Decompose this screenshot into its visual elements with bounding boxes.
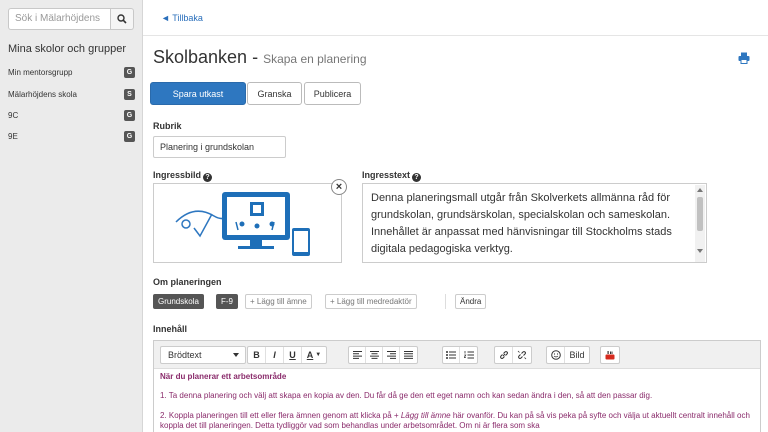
alignment-group bbox=[348, 346, 418, 364]
align-left-button[interactable] bbox=[349, 347, 366, 363]
justify-icon bbox=[404, 351, 413, 359]
planning-illustration-icon bbox=[175, 192, 310, 256]
intro-image[interactable] bbox=[153, 183, 342, 263]
add-subject-reference: + Lägg till ämne bbox=[393, 411, 451, 420]
info-icon[interactable]: ? bbox=[203, 173, 213, 182]
bold-button[interactable]: B bbox=[248, 347, 266, 363]
text-style-group: B I U A ▼ bbox=[247, 346, 327, 364]
content-label: Innehåll bbox=[153, 324, 188, 334]
group-badge: G bbox=[124, 109, 135, 121]
sidebar-item-9c[interactable]: 9C G bbox=[0, 107, 143, 123]
sidebar-search: Sök i Mälarhöjdens bbox=[8, 8, 134, 30]
align-right-button[interactable] bbox=[383, 347, 400, 363]
print-icon bbox=[738, 52, 750, 64]
sidebar-item-label: 9E bbox=[8, 131, 18, 141]
save-draft-button[interactable]: Spara utkast bbox=[150, 82, 246, 105]
align-left-icon bbox=[352, 351, 362, 359]
publish-button[interactable]: Publicera bbox=[304, 82, 361, 105]
list-group bbox=[442, 346, 478, 364]
page-subtitle: Skapa en planering bbox=[263, 52, 367, 66]
editor-content[interactable]: När du planerar ett arbetsområde 1. Ta d… bbox=[154, 371, 760, 431]
textarea-scrollbar[interactable] bbox=[695, 185, 705, 262]
sidebar-item-school[interactable]: Mälarhöjdens skola S bbox=[0, 86, 143, 102]
add-coauthor-button[interactable]: + Lägg till medredaktör bbox=[325, 294, 417, 309]
numbered-list-icon bbox=[463, 351, 474, 359]
image-label-wrap: Ingressbild? bbox=[153, 170, 213, 182]
bullet-list-button[interactable] bbox=[443, 347, 460, 363]
divider bbox=[445, 294, 446, 309]
insert-group: Bild bbox=[546, 346, 590, 364]
back-link[interactable]: ◄ Tillbaka bbox=[161, 13, 203, 23]
tag-grade: F-9 bbox=[216, 294, 238, 309]
intro-label-wrap: Ingresstext? bbox=[362, 170, 422, 182]
link-button[interactable] bbox=[495, 347, 513, 363]
sidebar-item-mentorsgrupp[interactable]: Min mentorsgrupp G bbox=[0, 64, 143, 80]
youtube-button[interactable] bbox=[601, 347, 619, 363]
intro-textarea[interactable]: Denna planeringsmall utgår från Skolverk… bbox=[362, 183, 707, 263]
rich-text-editor[interactable]: Brödtext B I U A ▼ Bild När du planerar … bbox=[153, 340, 761, 432]
link-icon bbox=[499, 351, 508, 359]
unlink-icon bbox=[517, 350, 527, 360]
smiley-icon bbox=[550, 350, 561, 360]
page-title: Skolbanken - Skapa en planering bbox=[153, 47, 367, 68]
search-icon bbox=[117, 14, 127, 24]
title-separator: - bbox=[247, 47, 264, 67]
align-center-button[interactable] bbox=[366, 347, 383, 363]
change-button[interactable]: Ändra bbox=[455, 294, 487, 309]
image-button[interactable]: Bild bbox=[565, 347, 589, 363]
video-group bbox=[600, 346, 620, 364]
search-button[interactable] bbox=[111, 8, 134, 30]
justify-button[interactable] bbox=[400, 347, 417, 363]
top-bar: ◄ Tillbaka bbox=[143, 0, 768, 36]
sidebar-heading: Mina skolor och grupper bbox=[8, 43, 127, 55]
review-button[interactable]: Granska bbox=[247, 82, 302, 105]
search-input[interactable]: Sök i Mälarhöjdens bbox=[8, 8, 111, 30]
print-button[interactable] bbox=[738, 52, 750, 64]
sidebar-item-label: Min mentorsgrupp bbox=[8, 67, 73, 77]
bullet-list-icon bbox=[446, 351, 456, 359]
sidebar: Sök i Mälarhöjdens Mina skolor och grupp… bbox=[0, 0, 143, 432]
title-label: Rubrik bbox=[153, 121, 182, 131]
italic-button[interactable]: I bbox=[266, 347, 284, 363]
scroll-down-arrow-icon[interactable] bbox=[697, 249, 703, 253]
content-paragraph-1: 1. Ta denna planering och välj att skapa… bbox=[160, 391, 653, 400]
title-input[interactable]: Planering i grundskolan bbox=[153, 136, 286, 158]
youtube-icon bbox=[605, 351, 615, 360]
image-label: Ingressbild bbox=[153, 170, 202, 180]
sidebar-item-label: Mälarhöjdens skola bbox=[8, 89, 77, 99]
about-label: Om planeringen bbox=[153, 277, 222, 287]
intro-text: Denna planeringsmall utgår från Skolverk… bbox=[371, 192, 672, 255]
align-center-icon bbox=[369, 351, 379, 359]
close-icon: × bbox=[335, 180, 343, 193]
paragraph-2-text-start: 2. Koppla planeringen till ett eller fle… bbox=[160, 411, 394, 420]
unlink-button[interactable] bbox=[513, 347, 531, 363]
info-icon[interactable]: ? bbox=[412, 173, 422, 182]
page-title-main: Skolbanken bbox=[153, 47, 248, 67]
scroll-up-arrow-icon[interactable] bbox=[697, 188, 703, 192]
format-select[interactable]: Brödtext bbox=[160, 346, 246, 364]
text-color-button[interactable]: A ▼ bbox=[302, 347, 326, 363]
tag-school-type: Grundskola bbox=[153, 294, 204, 309]
editor-toolbar: Brödtext B I U A ▼ Bild bbox=[154, 341, 760, 369]
remove-image-button[interactable]: × bbox=[331, 179, 347, 195]
intro-label: Ingresstext bbox=[362, 170, 411, 180]
sidebar-item-label: 9C bbox=[8, 110, 19, 120]
group-badge: G bbox=[124, 66, 135, 78]
numbered-list-button[interactable] bbox=[460, 347, 477, 363]
add-subject-button[interactable]: + Lägg till ämne bbox=[245, 294, 312, 309]
emoji-button[interactable] bbox=[547, 347, 565, 363]
content-paragraph-2: 2. Koppla planeringen till ett eller fle… bbox=[160, 411, 754, 431]
chevron-down-icon bbox=[233, 353, 239, 357]
school-badge: S bbox=[124, 88, 135, 100]
sidebar-item-9e[interactable]: 9E G bbox=[0, 128, 143, 144]
format-value: Brödtext bbox=[168, 350, 202, 360]
scroll-thumb[interactable] bbox=[697, 197, 703, 231]
underline-button[interactable]: U bbox=[284, 347, 302, 363]
content-heading: När du planerar ett arbetsområde bbox=[160, 372, 287, 381]
group-badge: G bbox=[124, 130, 135, 142]
align-right-icon bbox=[386, 351, 396, 359]
link-group bbox=[494, 346, 532, 364]
